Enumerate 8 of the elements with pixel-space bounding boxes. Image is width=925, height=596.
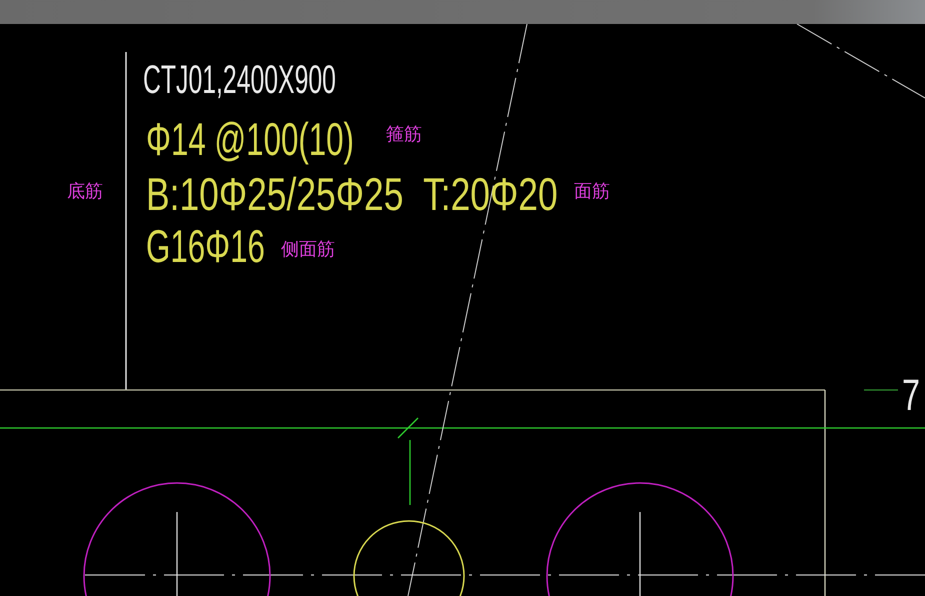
annotation-label: 底筋 xyxy=(67,181,103,202)
drawing-label: G16Φ16 xyxy=(146,221,265,273)
annotation-label: 侧面筋 xyxy=(281,239,335,260)
drawing-label: Φ14 @100(10) xyxy=(146,114,354,166)
annotation-label: 面筋 xyxy=(574,181,610,202)
annotation-label: 箍筋 xyxy=(386,124,422,145)
drawing-label: CTJ01,2400X900 xyxy=(143,58,336,103)
axis-label: 7 xyxy=(902,371,925,420)
